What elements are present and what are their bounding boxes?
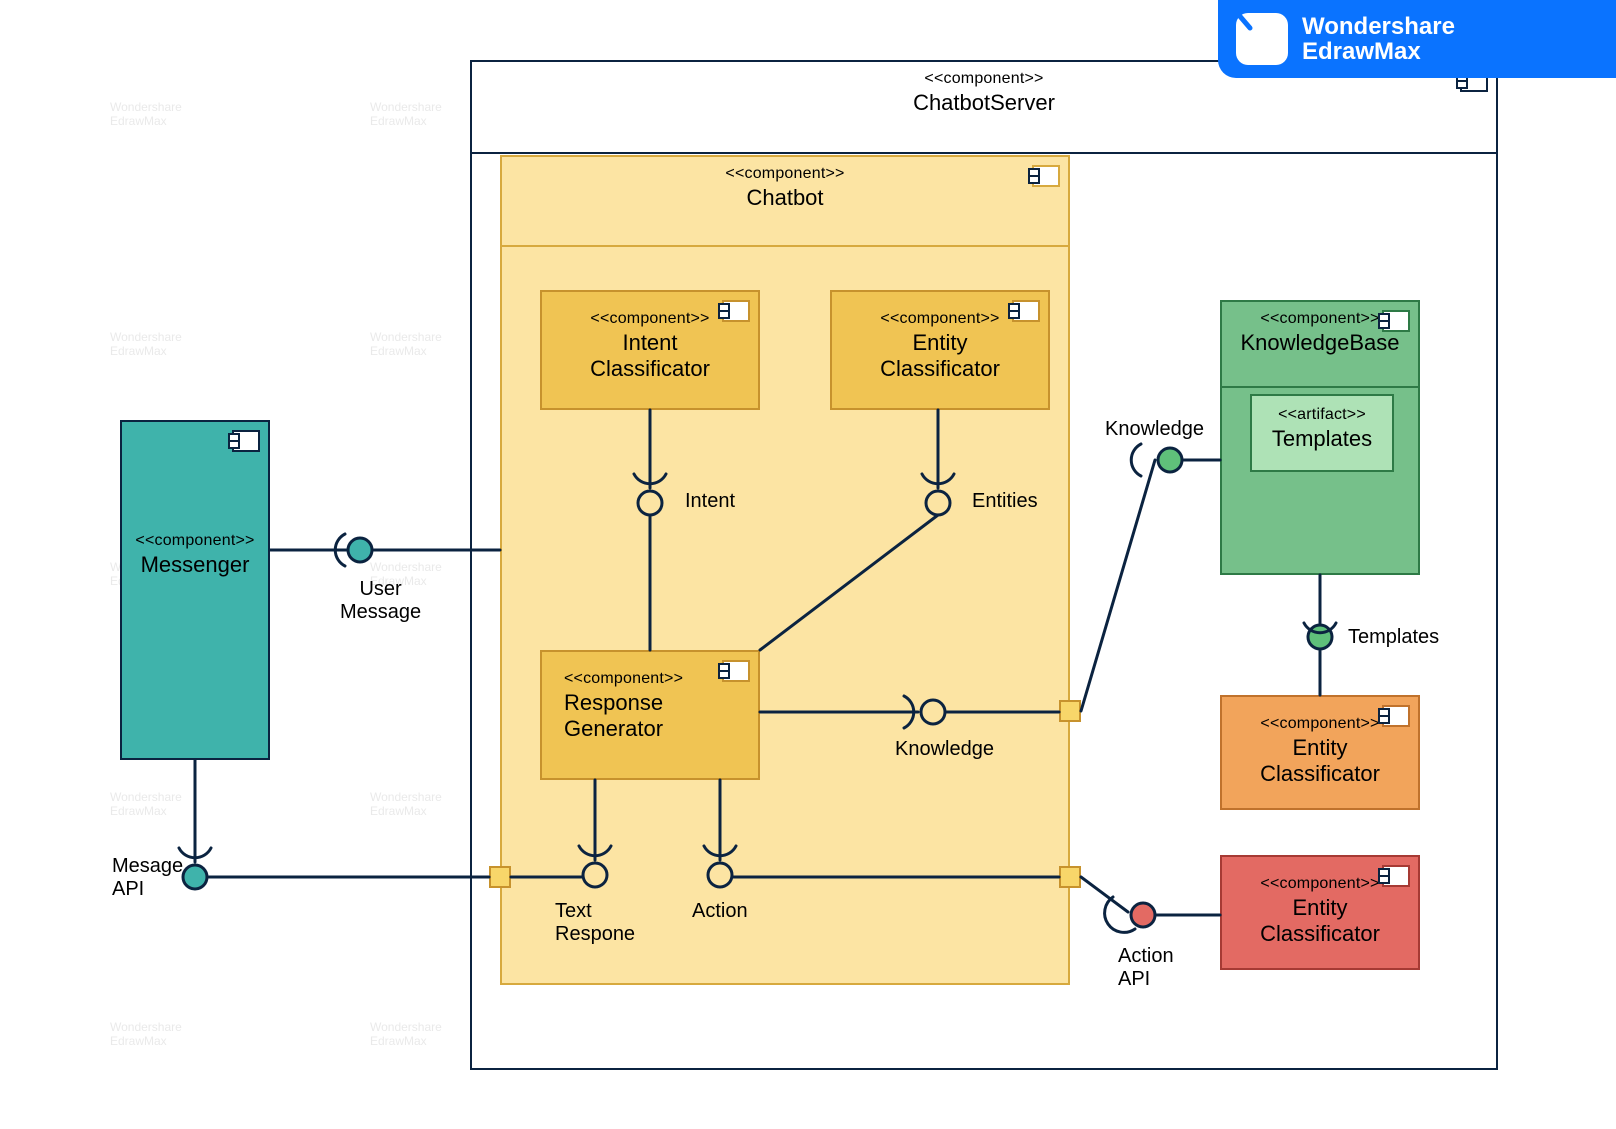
component-entity-classificator-inner[interactable]: <<component>> Entity Classificator <box>830 290 1050 410</box>
watermark: WondershareEdrawMax <box>370 790 442 819</box>
interface-label-intent: Intent <box>685 490 735 513</box>
component-name: KnowledgeBase <box>1226 330 1414 356</box>
brand-logo-icon <box>1236 13 1288 65</box>
artifact-templates[interactable]: <<artifact>> Templates <box>1250 394 1394 472</box>
interface-label-entities: Entities <box>972 490 1038 513</box>
component-name: Intent Classificator <box>542 330 758 382</box>
watermark: WondershareEdrawMax <box>370 100 442 129</box>
component-messenger[interactable]: <<component>> Messenger <box>120 420 270 760</box>
component-name: Chatbot <box>506 185 1064 211</box>
component-name: Entity Classificator <box>1222 735 1418 787</box>
component-chatbot[interactable]: <<component>> Chatbot <box>500 155 1070 985</box>
interface-label-action-api: Action API <box>1118 945 1174 991</box>
component-entity-classificator-orange[interactable]: <<component>> Entity Classificator <box>1220 695 1420 810</box>
watermark: WondershareEdrawMax <box>370 330 442 359</box>
component-name: Messenger <box>122 552 268 578</box>
component-entity-classificator-red[interactable]: <<component>> Entity Classificator <box>1220 855 1420 970</box>
port-action[interactable] <box>1059 866 1081 888</box>
interface-label-templates: Templates <box>1348 626 1439 649</box>
brand-text: Wondershare EdrawMax <box>1302 14 1455 64</box>
component-icon <box>232 430 260 452</box>
interface-label-user-message: User Message <box>340 578 421 624</box>
component-icon <box>722 300 750 322</box>
stereotype-label: <<component>> <box>506 165 1064 183</box>
interface-label-text-response: Text Respone <box>555 900 635 946</box>
component-icon <box>1382 310 1410 332</box>
stereotype-label: <<component>> <box>122 532 268 550</box>
interface-label-message-api: Mesage API <box>112 855 183 901</box>
component-name: ChatbotServer <box>476 90 1492 116</box>
brand-banner: Wondershare EdrawMax <box>1218 0 1616 78</box>
component-name: Entity Classificator <box>1222 895 1418 947</box>
interface-label-knowledge-top: Knowledge <box>1105 418 1204 441</box>
component-knowledge-base[interactable]: <<component>> KnowledgeBase <<artifact>>… <box>1220 300 1420 575</box>
stereotype-label: <<artifact>> <box>1252 406 1392 424</box>
component-icon <box>1382 705 1410 727</box>
component-name: Entity Classificator <box>832 330 1048 382</box>
component-response-generator[interactable]: <<component>> Response Generator <box>540 650 760 780</box>
port-text-response[interactable] <box>489 866 511 888</box>
port-knowledge[interactable] <box>1059 700 1081 722</box>
component-name: Response Generator <box>564 690 758 742</box>
interface-label-action: Action <box>692 900 748 923</box>
component-intent-classificator[interactable]: <<component>> Intent Classificator <box>540 290 760 410</box>
watermark: WondershareEdrawMax <box>110 330 182 359</box>
component-icon <box>1032 165 1060 187</box>
interface-label-knowledge-in: Knowledge <box>895 738 994 761</box>
watermark: WondershareEdrawMax <box>370 1020 442 1049</box>
component-icon <box>1382 865 1410 887</box>
watermark: WondershareEdrawMax <box>110 790 182 819</box>
component-icon <box>1012 300 1040 322</box>
watermark: WondershareEdrawMax <box>110 1020 182 1049</box>
watermark: WondershareEdrawMax <box>110 100 182 129</box>
component-icon <box>722 660 750 682</box>
artifact-name: Templates <box>1252 426 1392 452</box>
